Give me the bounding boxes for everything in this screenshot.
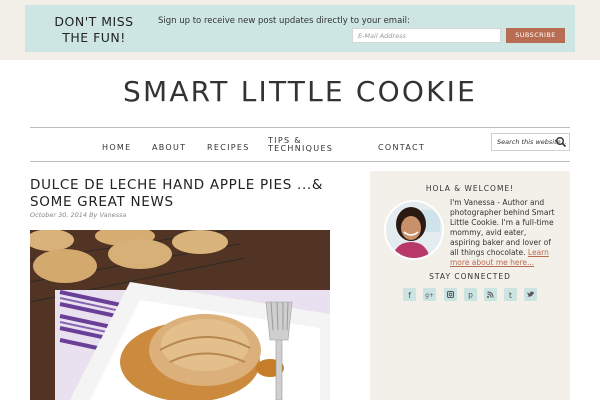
signup-strip: DON'T MISS THE FUN! Sign up to receive n… [0,0,600,60]
site-title[interactable]: SMART LITTLE COOKIE [0,75,600,108]
signup-text: Sign up to receive new post updates dire… [158,16,410,26]
search-box[interactable]: Search this website... [491,133,570,151]
sidebar-bio: I'm Vanessa - Author and photographer be… [450,198,556,268]
nav-home[interactable]: HOME [102,144,131,152]
stay-connected-heading: STAY CONNECTED [429,272,511,281]
twitter-icon[interactable] [524,288,537,301]
nav-contact[interactable]: CONTACT [378,144,425,152]
subscribe-button[interactable]: SUBSCRIBE [506,28,565,43]
sidebar-greeting: HOLA & WELCOME! [425,184,515,193]
nav-divider-bottom [30,161,570,162]
facebook-icon[interactable]: f [403,288,416,301]
tumblr-icon[interactable]: t [504,288,517,301]
nav-tips-techniques[interactable]: TIPS & TECHNIQUES [268,137,333,153]
avatar[interactable] [384,200,444,260]
svg-text:f: f [408,291,411,300]
post-image[interactable] [30,230,330,400]
nav-about[interactable]: ABOUT [152,144,186,152]
nav-tips-line2: TECHNIQUES [268,144,334,153]
search-icon[interactable] [555,136,567,148]
google-plus-icon[interactable]: g+ [423,288,436,301]
rss-icon[interactable] [484,288,497,301]
svg-text:p: p [468,291,473,300]
post-title[interactable]: DULCE DE LECHE HAND APPLE PIES ...& SOME… [30,177,350,211]
sidebar: HOLA & WELCOME! I'm Vanessa - Author and… [370,171,570,400]
nav-recipes[interactable]: RECIPES [207,144,250,152]
nav-divider-top [30,127,570,128]
email-input[interactable]: E-Mail Address [352,28,501,43]
pinterest-icon[interactable]: p [464,288,477,301]
post-meta: October 30, 2014 By Vanessa [30,211,127,219]
signup-headline: DON'T MISS THE FUN! [54,14,134,45]
signup-box: DON'T MISS THE FUN! Sign up to receive n… [25,5,575,52]
instagram-icon[interactable] [444,288,457,301]
svg-text:t: t [509,291,512,300]
svg-text:g+: g+ [425,292,434,299]
